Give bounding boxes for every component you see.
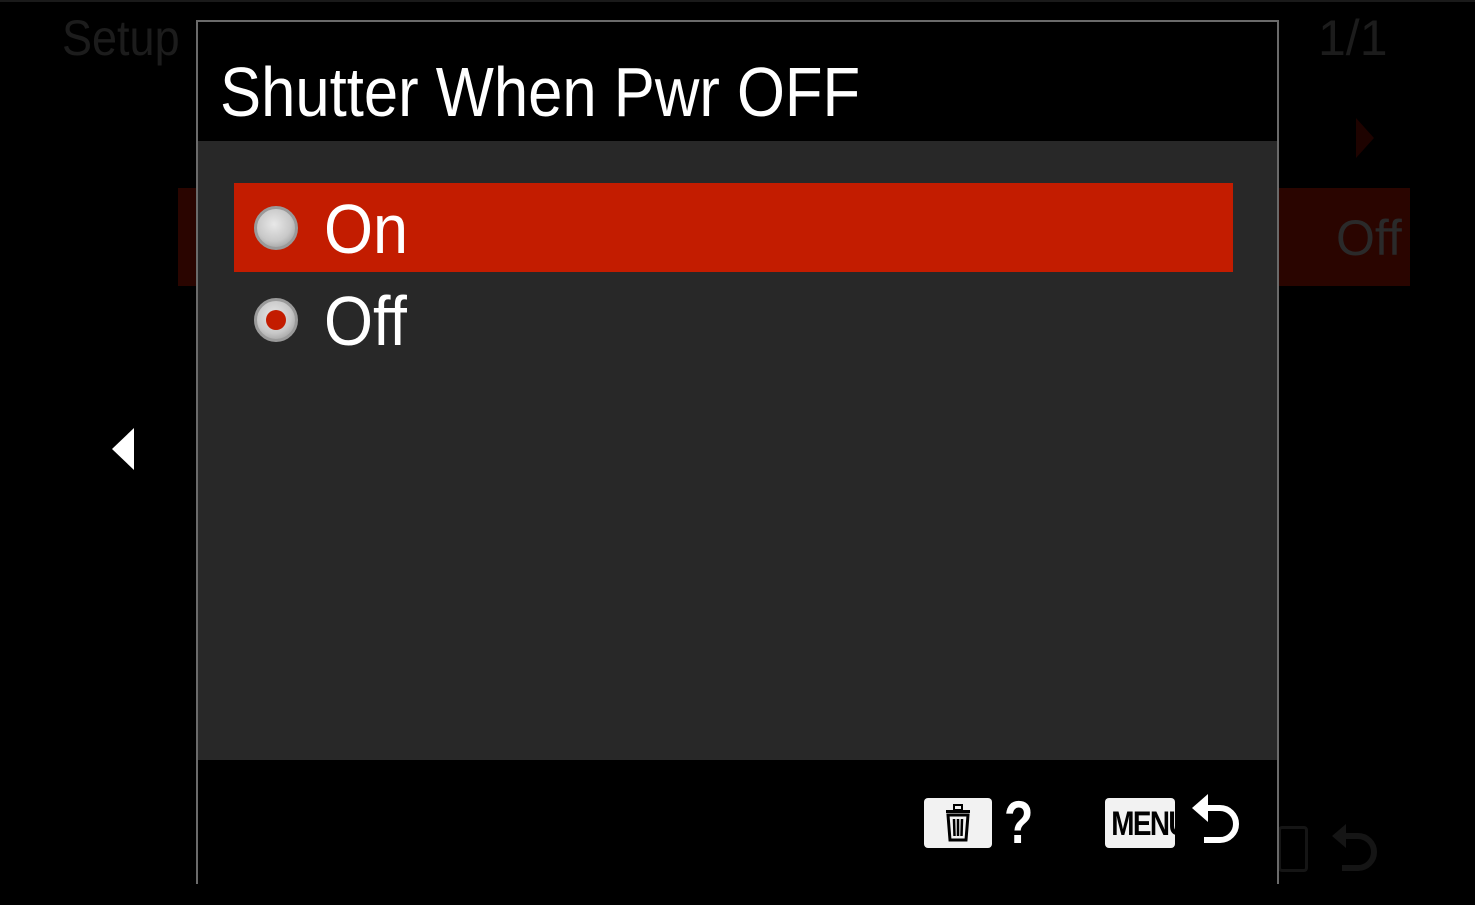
menu-button[interactable]: MENU <box>1105 798 1175 848</box>
options-list: On Off <box>198 141 1277 760</box>
return-arrow-icon[interactable] <box>1188 790 1244 850</box>
radio-checked-icon <box>254 298 298 342</box>
background-trash-icon <box>1278 826 1308 872</box>
dialog-title: Shutter When Pwr OFF <box>220 53 861 131</box>
menu-button-label: MENU <box>1111 805 1175 843</box>
trash-icon <box>946 804 970 842</box>
dialog-footer: ? MENU <box>198 760 1277 884</box>
background-page-indicator: 1/1 <box>1318 10 1388 66</box>
radio-checked-dot <box>266 310 286 330</box>
background-menu-title: Setup <box>62 10 180 66</box>
setting-dialog: Shutter When Pwr OFF On Off ? MEN <box>196 20 1279 884</box>
background-right-arrow-icon <box>1356 118 1374 158</box>
option-label: On <box>324 190 409 268</box>
option-off[interactable]: Off <box>234 275 1233 364</box>
help-icon[interactable]: ? <box>1004 788 1033 858</box>
camera-menu-screen: Setup 1/1 Off Shutter When Pwr OFF On Of… <box>0 0 1475 905</box>
dialog-header: Shutter When Pwr OFF <box>198 22 1277 141</box>
option-label: Off <box>324 282 407 360</box>
background-divider <box>0 0 1475 2</box>
delete-help-button[interactable] <box>924 798 992 848</box>
previous-page-arrow-icon[interactable] <box>112 428 134 470</box>
radio-unchecked-icon <box>254 206 298 250</box>
background-row-value: Off <box>1336 210 1402 266</box>
background-return-icon <box>1332 824 1377 871</box>
option-on[interactable]: On <box>234 183 1233 272</box>
